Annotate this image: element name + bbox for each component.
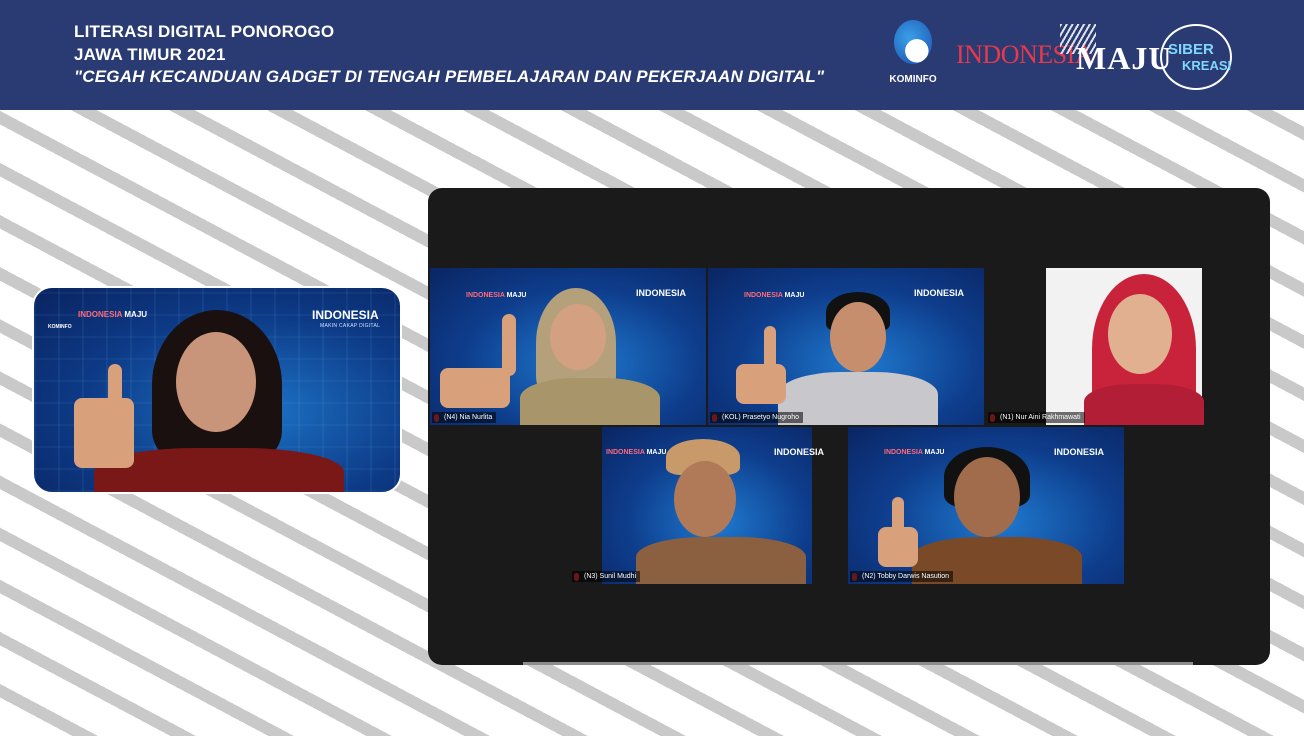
event-theme: "CEGAH KECANDUAN GADGET DI TENGAH PEMBEL… — [74, 67, 825, 86]
event-title: LITERASI DIGITAL PONOROGO — [74, 22, 335, 41]
participant-tile[interactable]: (N1) Nur Aini Rakhmawati — [986, 268, 1262, 425]
host-brand-subtitle: MAKIN CAKAP DIGITAL — [320, 323, 381, 329]
video-conference-gallery: INDONESIA INDONESIA MAJU (N4) Nia Nurlit… — [428, 188, 1270, 665]
participant-name-label: (N3) Sunil Mudhi — [572, 571, 641, 582]
host-face — [176, 332, 256, 432]
event-header: LITERASI DIGITAL PONOROGO JAWA TIMUR 202… — [0, 0, 1304, 110]
kominfo-emblem-icon — [894, 20, 932, 64]
participant-name-label: (N1) Nur Aini Rakhmawati — [988, 412, 1085, 423]
maju-logo-text: MAJU — [1076, 40, 1173, 76]
siberkreasi-logo: SIBER KREASI — [1160, 24, 1232, 90]
participant-tile[interactable]: INDONESIA INDONESIA MAJU (N2) Tobby Darw… — [848, 427, 1124, 584]
kreasi-text: KREASI — [1182, 58, 1232, 73]
participant-name-label: (N2) Tobby Darwis Nasution — [850, 571, 954, 582]
host-mini-logos: INDONESIA MAJU — [78, 310, 148, 319]
event-region: JAWA TIMUR 2021 — [74, 45, 226, 64]
participant-tile[interactable]: INDONESIA INDONESIA MAJU (KOL) Prasetyo … — [708, 268, 984, 425]
participant-name-label: (N4) Nia Nurlita — [432, 412, 497, 423]
participant-tile[interactable]: INDONESIA INDONESIA MAJU (N3) Sunil Mudh… — [570, 427, 846, 584]
host-hand — [74, 398, 134, 468]
gallery-bottom-bar — [523, 662, 1193, 665]
siber-text: SIBER — [1168, 41, 1214, 58]
host-brand-text: INDONESIA — [312, 308, 379, 322]
kominfo-logo: KOMINFO — [886, 20, 940, 90]
host-video-tile: INDONESIA MAJU KOMINFO INDONESIA MAKIN C… — [32, 286, 402, 494]
participant-name-label: (KOL) Prasetyo Nugroho — [710, 412, 804, 423]
participant-tile[interactable]: INDONESIA INDONESIA MAJU (N4) Nia Nurlit… — [430, 268, 706, 425]
